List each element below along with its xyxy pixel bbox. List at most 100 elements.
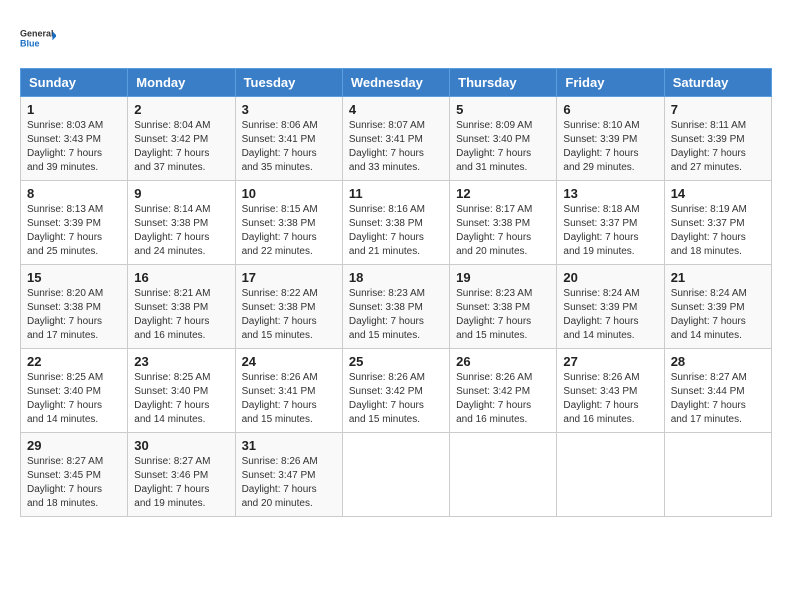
calendar-cell: 30 Sunrise: 8:27 AMSunset: 3:46 PMDaylig… [128,433,235,517]
day-detail: Sunrise: 8:04 AMSunset: 3:42 PMDaylight:… [134,120,210,173]
calendar-cell: 23 Sunrise: 8:25 AMSunset: 3:40 PMDaylig… [128,349,235,433]
day-detail: Sunrise: 8:13 AMSunset: 3:39 PMDaylight:… [27,204,103,257]
day-number: 9 [134,186,228,201]
day-detail: Sunrise: 8:27 AMSunset: 3:45 PMDaylight:… [27,456,103,509]
day-number: 29 [27,438,121,453]
calendar-cell: 27 Sunrise: 8:26 AMSunset: 3:43 PMDaylig… [557,349,664,433]
day-number: 8 [27,186,121,201]
day-detail: Sunrise: 8:22 AMSunset: 3:38 PMDaylight:… [242,288,318,341]
day-number: 14 [671,186,765,201]
calendar-cell: 25 Sunrise: 8:26 AMSunset: 3:42 PMDaylig… [342,349,449,433]
calendar-cell: 2 Sunrise: 8:04 AMSunset: 3:42 PMDayligh… [128,97,235,181]
day-detail: Sunrise: 8:16 AMSunset: 3:38 PMDaylight:… [349,204,425,257]
day-number: 20 [563,270,657,285]
calendar-cell: 26 Sunrise: 8:26 AMSunset: 3:42 PMDaylig… [450,349,557,433]
calendar-cell: 10 Sunrise: 8:15 AMSunset: 3:38 PMDaylig… [235,181,342,265]
day-number: 4 [349,102,443,117]
calendar-cell [342,433,449,517]
day-detail: Sunrise: 8:07 AMSunset: 3:41 PMDaylight:… [349,120,425,173]
weekday-header-friday: Friday [557,69,664,97]
day-number: 15 [27,270,121,285]
day-detail: Sunrise: 8:27 AMSunset: 3:44 PMDaylight:… [671,372,747,425]
calendar-cell: 5 Sunrise: 8:09 AMSunset: 3:40 PMDayligh… [450,97,557,181]
calendar-cell: 19 Sunrise: 8:23 AMSunset: 3:38 PMDaylig… [450,265,557,349]
weekday-header-row: SundayMondayTuesdayWednesdayThursdayFrid… [21,69,772,97]
day-number: 13 [563,186,657,201]
calendar-cell: 22 Sunrise: 8:25 AMSunset: 3:40 PMDaylig… [21,349,128,433]
calendar-cell: 4 Sunrise: 8:07 AMSunset: 3:41 PMDayligh… [342,97,449,181]
day-number: 27 [563,354,657,369]
day-number: 2 [134,102,228,117]
calendar-cell: 8 Sunrise: 8:13 AMSunset: 3:39 PMDayligh… [21,181,128,265]
calendar-cell: 17 Sunrise: 8:22 AMSunset: 3:38 PMDaylig… [235,265,342,349]
day-detail: Sunrise: 8:11 AMSunset: 3:39 PMDaylight:… [671,120,746,173]
calendar-cell: 16 Sunrise: 8:21 AMSunset: 3:38 PMDaylig… [128,265,235,349]
calendar-cell: 14 Sunrise: 8:19 AMSunset: 3:37 PMDaylig… [664,181,771,265]
day-number: 1 [27,102,121,117]
calendar-cell: 12 Sunrise: 8:17 AMSunset: 3:38 PMDaylig… [450,181,557,265]
day-detail: Sunrise: 8:10 AMSunset: 3:39 PMDaylight:… [563,120,639,173]
day-number: 25 [349,354,443,369]
day-number: 18 [349,270,443,285]
calendar-cell: 11 Sunrise: 8:16 AMSunset: 3:38 PMDaylig… [342,181,449,265]
calendar-cell: 31 Sunrise: 8:26 AMSunset: 3:47 PMDaylig… [235,433,342,517]
calendar-cell: 1 Sunrise: 8:03 AMSunset: 3:43 PMDayligh… [21,97,128,181]
weekday-header-thursday: Thursday [450,69,557,97]
calendar-cell [557,433,664,517]
day-detail: Sunrise: 8:27 AMSunset: 3:46 PMDaylight:… [134,456,210,509]
calendar-cell: 6 Sunrise: 8:10 AMSunset: 3:39 PMDayligh… [557,97,664,181]
day-detail: Sunrise: 8:06 AMSunset: 3:41 PMDaylight:… [242,120,318,173]
calendar-cell [664,433,771,517]
day-detail: Sunrise: 8:24 AMSunset: 3:39 PMDaylight:… [671,288,747,341]
svg-text:General: General [20,29,54,39]
week-row-5: 29 Sunrise: 8:27 AMSunset: 3:45 PMDaylig… [21,433,772,517]
day-detail: Sunrise: 8:25 AMSunset: 3:40 PMDaylight:… [27,372,103,425]
day-number: 10 [242,186,336,201]
day-number: 17 [242,270,336,285]
day-detail: Sunrise: 8:23 AMSunset: 3:38 PMDaylight:… [456,288,532,341]
weekday-header-monday: Monday [128,69,235,97]
day-detail: Sunrise: 8:18 AMSunset: 3:37 PMDaylight:… [563,204,639,257]
calendar-cell: 3 Sunrise: 8:06 AMSunset: 3:41 PMDayligh… [235,97,342,181]
day-detail: Sunrise: 8:21 AMSunset: 3:38 PMDaylight:… [134,288,210,341]
day-number: 23 [134,354,228,369]
day-number: 12 [456,186,550,201]
day-detail: Sunrise: 8:26 AMSunset: 3:42 PMDaylight:… [349,372,425,425]
day-number: 26 [456,354,550,369]
calendar-cell: 29 Sunrise: 8:27 AMSunset: 3:45 PMDaylig… [21,433,128,517]
day-detail: Sunrise: 8:09 AMSunset: 3:40 PMDaylight:… [456,120,532,173]
day-detail: Sunrise: 8:19 AMSunset: 3:37 PMDaylight:… [671,204,747,257]
header: General Blue [20,20,772,56]
day-detail: Sunrise: 8:20 AMSunset: 3:38 PMDaylight:… [27,288,103,341]
day-number: 16 [134,270,228,285]
weekday-header-saturday: Saturday [664,69,771,97]
day-number: 22 [27,354,121,369]
calendar-cell: 24 Sunrise: 8:26 AMSunset: 3:41 PMDaylig… [235,349,342,433]
week-row-1: 1 Sunrise: 8:03 AMSunset: 3:43 PMDayligh… [21,97,772,181]
day-number: 24 [242,354,336,369]
day-number: 21 [671,270,765,285]
day-number: 30 [134,438,228,453]
svg-text:Blue: Blue [20,39,40,49]
calendar-cell [450,433,557,517]
day-number: 31 [242,438,336,453]
calendar-cell: 15 Sunrise: 8:20 AMSunset: 3:38 PMDaylig… [21,265,128,349]
logo: General Blue [20,20,56,56]
weekday-header-wednesday: Wednesday [342,69,449,97]
week-row-3: 15 Sunrise: 8:20 AMSunset: 3:38 PMDaylig… [21,265,772,349]
day-detail: Sunrise: 8:24 AMSunset: 3:39 PMDaylight:… [563,288,639,341]
day-number: 5 [456,102,550,117]
day-detail: Sunrise: 8:23 AMSunset: 3:38 PMDaylight:… [349,288,425,341]
day-detail: Sunrise: 8:03 AMSunset: 3:43 PMDaylight:… [27,120,103,173]
weekday-header-sunday: Sunday [21,69,128,97]
weekday-header-tuesday: Tuesday [235,69,342,97]
day-detail: Sunrise: 8:15 AMSunset: 3:38 PMDaylight:… [242,204,318,257]
logo-svg: General Blue [20,20,56,56]
day-detail: Sunrise: 8:14 AMSunset: 3:38 PMDaylight:… [134,204,210,257]
calendar-cell: 28 Sunrise: 8:27 AMSunset: 3:44 PMDaylig… [664,349,771,433]
day-number: 28 [671,354,765,369]
week-row-2: 8 Sunrise: 8:13 AMSunset: 3:39 PMDayligh… [21,181,772,265]
calendar-cell: 20 Sunrise: 8:24 AMSunset: 3:39 PMDaylig… [557,265,664,349]
day-number: 3 [242,102,336,117]
day-number: 11 [349,186,443,201]
